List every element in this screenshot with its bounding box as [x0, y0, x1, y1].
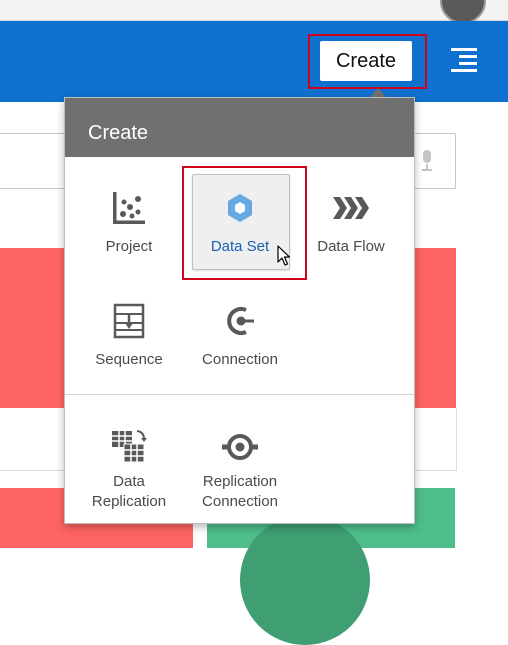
create-dropdown: Create Project Data Set Data Flow Sequen…: [64, 97, 415, 524]
dropdown-divider: [65, 394, 414, 395]
create-item-replication-connection[interactable]: Replication Connection: [185, 427, 295, 512]
create-item-label: Connection: [202, 351, 278, 368]
sequence-icon: [113, 303, 145, 339]
create-item-label: Data Flow: [317, 238, 385, 255]
create-item-label: Project: [105, 238, 153, 255]
create-item-label: Sequence: [95, 351, 163, 368]
create-item-label: Connection: [202, 493, 278, 510]
create-item-label: Replication: [202, 473, 278, 490]
hamburger-icon[interactable]: [451, 48, 477, 74]
create-item-sequence[interactable]: Sequence: [74, 301, 184, 370]
create-item-connection[interactable]: Connection: [185, 301, 295, 370]
connection-icon: [227, 307, 254, 335]
mouse-cursor-icon: [277, 245, 291, 266]
create-item-label: Replication: [91, 493, 167, 510]
create-button-highlight: [308, 34, 427, 89]
dropdown-title: Create: [88, 122, 149, 144]
app-header: [0, 21, 508, 102]
create-item-data-replication[interactable]: Data Replication: [74, 427, 184, 512]
create-item-project[interactable]: Project: [74, 188, 184, 257]
project-icon: [113, 192, 145, 224]
create-item-label: Data: [113, 473, 145, 490]
microphone-icon[interactable]: [420, 150, 434, 172]
data-flow-icon: [333, 197, 369, 219]
browser-top-strip: [0, 0, 508, 21]
dropdown-header: Create: [65, 98, 414, 157]
replication-connection-icon: [222, 434, 258, 460]
data-replication-icon: [112, 430, 147, 463]
card-graphic: [240, 515, 370, 645]
create-item-data-flow[interactable]: Data Flow: [296, 188, 406, 257]
